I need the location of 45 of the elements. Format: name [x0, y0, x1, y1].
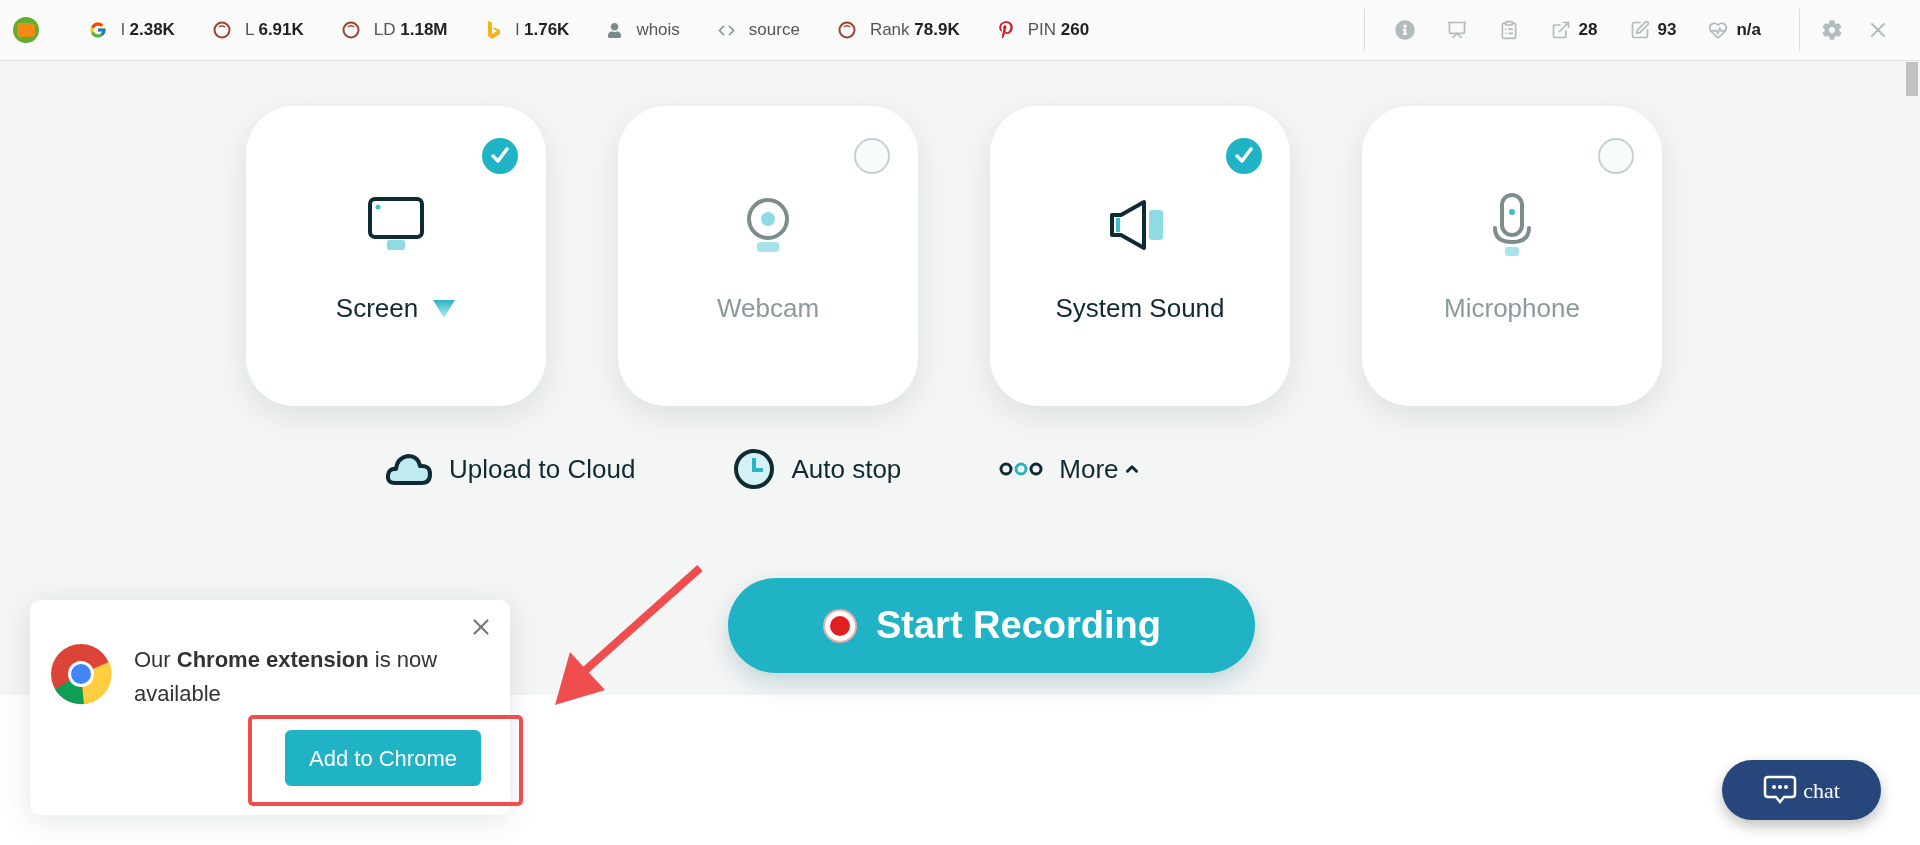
person-icon [607, 22, 623, 38]
source-label: System Sound [1055, 292, 1225, 325]
dropdown-triangle-icon[interactable] [432, 298, 457, 319]
source-label: Webcam [716, 292, 820, 325]
sq-logo [13, 17, 39, 43]
metric-text[interactable]: LD 1.18M [373, 17, 448, 43]
metric-text[interactable]: l 1.76K [515, 17, 570, 43]
option-label[interactable]: Upload to Cloud [449, 449, 636, 489]
metric-text[interactable]: Rank 78.9K [869, 17, 960, 43]
popup-message: Our Chrome extension is now available [134, 646, 439, 708]
metric-text[interactable]: L 6.91K [244, 17, 304, 43]
scrollbar-thumb[interactable] [1906, 62, 1918, 96]
option-label[interactable]: More [1059, 449, 1119, 489]
ring-icon [341, 21, 360, 39]
metric-text[interactable]: PIN 260 [1027, 17, 1090, 43]
metric-text[interactable]: whois [636, 17, 680, 43]
ring-icon [212, 21, 231, 39]
chat-bubble-icon [1763, 775, 1798, 805]
chrome-logo-icon [50, 643, 112, 705]
metric-text[interactable]: l 2.38K [121, 17, 175, 43]
metric-text[interactable]: source [748, 17, 800, 43]
info-icon[interactable] [1394, 20, 1415, 40]
source-label: Screen [335, 292, 419, 325]
monitor-chart-icon[interactable] [1446, 20, 1467, 40]
stat-value: n/a [1736, 19, 1761, 42]
clock-icon [733, 448, 776, 490]
heart-pulse-icon [1708, 20, 1729, 40]
ring-icon [837, 21, 856, 39]
external-link-icon [1550, 20, 1571, 40]
source-card[interactable]: System Sound [990, 106, 1290, 406]
cloud-icon [385, 452, 433, 486]
stat-value: 28 [1578, 19, 1598, 42]
chat-button[interactable]: chat [1722, 760, 1881, 820]
record-icon [821, 607, 858, 644]
dots-icon [999, 462, 1044, 476]
settings-icon[interactable] [1822, 20, 1842, 40]
source-label: Microphone [1444, 292, 1580, 325]
source-card[interactable]: Screen [246, 106, 546, 406]
option-label[interactable]: Auto stop [791, 449, 902, 489]
pinterest-icon [997, 21, 1014, 39]
edit-icon [1629, 20, 1650, 40]
google-icon [89, 21, 107, 39]
stat-value: 93 [1657, 19, 1677, 42]
microphone-icon [1492, 192, 1532, 258]
bing-icon [485, 20, 502, 40]
